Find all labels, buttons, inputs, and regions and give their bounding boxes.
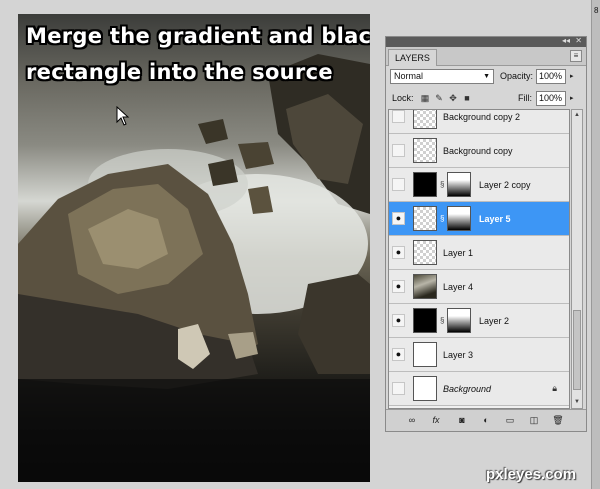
eye-icon[interactable]: ● (392, 212, 405, 225)
opacity-input[interactable]: 100% (536, 69, 566, 84)
adjustment-layer-icon[interactable]: ◐ (480, 414, 492, 426)
tab-layers[interactable]: LAYERS (388, 49, 437, 66)
opacity-arrow-icon[interactable]: ▸ (570, 69, 574, 84)
link-layers-icon[interactable]: ∞ (406, 414, 418, 426)
layer-thumbnail (413, 376, 437, 401)
eye-icon[interactable]: ● (392, 246, 405, 259)
visibility-toggle[interactable] (392, 144, 405, 157)
layer-name: Background (443, 384, 492, 394)
layer-name: Layer 5 (479, 214, 511, 224)
panel-tab-bar: LAYERS ≡ (386, 47, 586, 66)
visibility-toggle[interactable] (392, 382, 405, 395)
caption-line-1: Merge the gradient and black (26, 24, 370, 48)
layer-row[interactable]: Background copy 2 (389, 110, 569, 134)
window-edge (591, 0, 600, 489)
panel-bottom-toolbar: ∞ fx ◙ ◐ ▭ ◫ 🗑︎ (386, 409, 586, 431)
panel-title-bar[interactable]: ◂◂ ✕ (386, 36, 586, 47)
fill-label: Fill: (518, 93, 532, 103)
layer-row[interactable]: ● Layer 3 (389, 338, 569, 372)
layer-thumbnail (413, 308, 437, 333)
layer-row[interactable]: Background copy (389, 134, 569, 168)
lock-icon: 🔒︎ (552, 383, 557, 393)
layer-mask-thumbnail[interactable] (447, 172, 471, 197)
rocky-coast-photo (18, 54, 370, 482)
scroll-up-icon[interactable]: ▲ (572, 110, 582, 121)
layer-thumbnail (413, 240, 437, 265)
lock-position-icon[interactable]: ✥ (448, 93, 458, 103)
close-panel-icon[interactable]: ✕ (575, 36, 582, 46)
lock-pixels-icon[interactable]: ✎ (434, 93, 444, 103)
visibility-toggle[interactable] (392, 178, 405, 191)
layer-row[interactable]: ● Layer 1 (389, 236, 569, 270)
visibility-toggle[interactable] (392, 110, 405, 123)
layer-style-icon[interactable]: fx (430, 414, 442, 426)
layer-name: Layer 3 (443, 350, 474, 360)
layer-thumbnail (413, 138, 437, 163)
layer-name: Layer 2 copy (479, 180, 531, 190)
panel-menu-icon[interactable]: ≡ (570, 50, 582, 62)
mask-link-icon[interactable]: § (440, 180, 445, 190)
new-group-icon[interactable]: ▭ (504, 414, 516, 426)
layer-name: Layer 4 (443, 282, 474, 292)
layer-name: Background copy (443, 146, 513, 156)
layer-mask-thumbnail[interactable] (447, 206, 471, 231)
layer-row[interactable]: § Layer 2 copy (389, 168, 569, 202)
lock-transparency-icon[interactable]: ▦ (420, 93, 430, 103)
trash-icon[interactable]: 🗑︎ (552, 414, 564, 426)
layer-row-selected[interactable]: ● § Layer 5 (389, 202, 569, 236)
mask-link-icon[interactable]: § (440, 214, 445, 224)
eye-icon[interactable]: ● (392, 280, 405, 293)
lock-all-icon[interactable]: ■ (462, 93, 472, 103)
layer-thumbnail (413, 206, 437, 231)
layer-name: Background copy 2 (443, 112, 521, 122)
new-layer-icon[interactable]: ◫ (528, 414, 540, 426)
document-canvas[interactable]: Merge the gradient and black rectangle i… (18, 14, 370, 482)
blend-opacity-row: Normal ▼ Opacity: 100% ▸ (390, 67, 582, 87)
lock-fill-row: Lock: ▦ ✎ ✥ ■ Fill: 100% ▸ (390, 89, 582, 109)
layer-thumbnail (413, 172, 437, 197)
scroll-down-icon[interactable]: ▼ (572, 397, 582, 408)
mask-link-icon[interactable]: § (440, 316, 445, 326)
collapse-icon[interactable]: ◂◂ (562, 36, 570, 46)
eye-icon[interactable]: ● (392, 348, 405, 361)
mouse-pointer-icon (116, 106, 130, 126)
edge-number: 8 (594, 6, 599, 15)
layer-mask-thumbnail[interactable] (447, 308, 471, 333)
blend-mode-value: Normal (394, 71, 424, 81)
opacity-label: Opacity: (500, 71, 534, 81)
layer-name: Layer 1 (443, 248, 474, 258)
layer-row[interactable]: ● Layer 4 (389, 270, 569, 304)
watermark: pxleyes.com (486, 466, 577, 483)
lock-label: Lock: (392, 93, 414, 103)
layers-scrollbar[interactable]: ▲ ▼ (571, 109, 583, 409)
layers-panel: ◂◂ ✕ LAYERS ≡ Normal ▼ Opacity: 100% ▸ L… (385, 36, 587, 432)
caption-line-2: rectangle into the source (26, 60, 333, 84)
fill-input[interactable]: 100% (536, 91, 566, 106)
add-mask-icon[interactable]: ◙ (456, 414, 468, 426)
eye-icon[interactable]: ● (392, 314, 405, 327)
layer-thumbnail (413, 274, 437, 299)
chevron-down-icon: ▼ (483, 73, 490, 80)
layer-row[interactable]: ● § Layer 2 (389, 304, 569, 338)
layers-list[interactable]: Background copy 2 Background copy § Laye… (388, 109, 570, 409)
scrollbar-thumb[interactable] (573, 310, 581, 390)
blend-mode-select[interactable]: Normal ▼ (390, 69, 494, 84)
layer-thumbnail (413, 110, 437, 129)
layer-name: Layer 2 (479, 316, 510, 326)
fill-arrow-icon[interactable]: ▸ (570, 91, 574, 106)
layer-thumbnail (413, 342, 437, 367)
layer-row[interactable]: Background 🔒︎ (389, 372, 569, 406)
